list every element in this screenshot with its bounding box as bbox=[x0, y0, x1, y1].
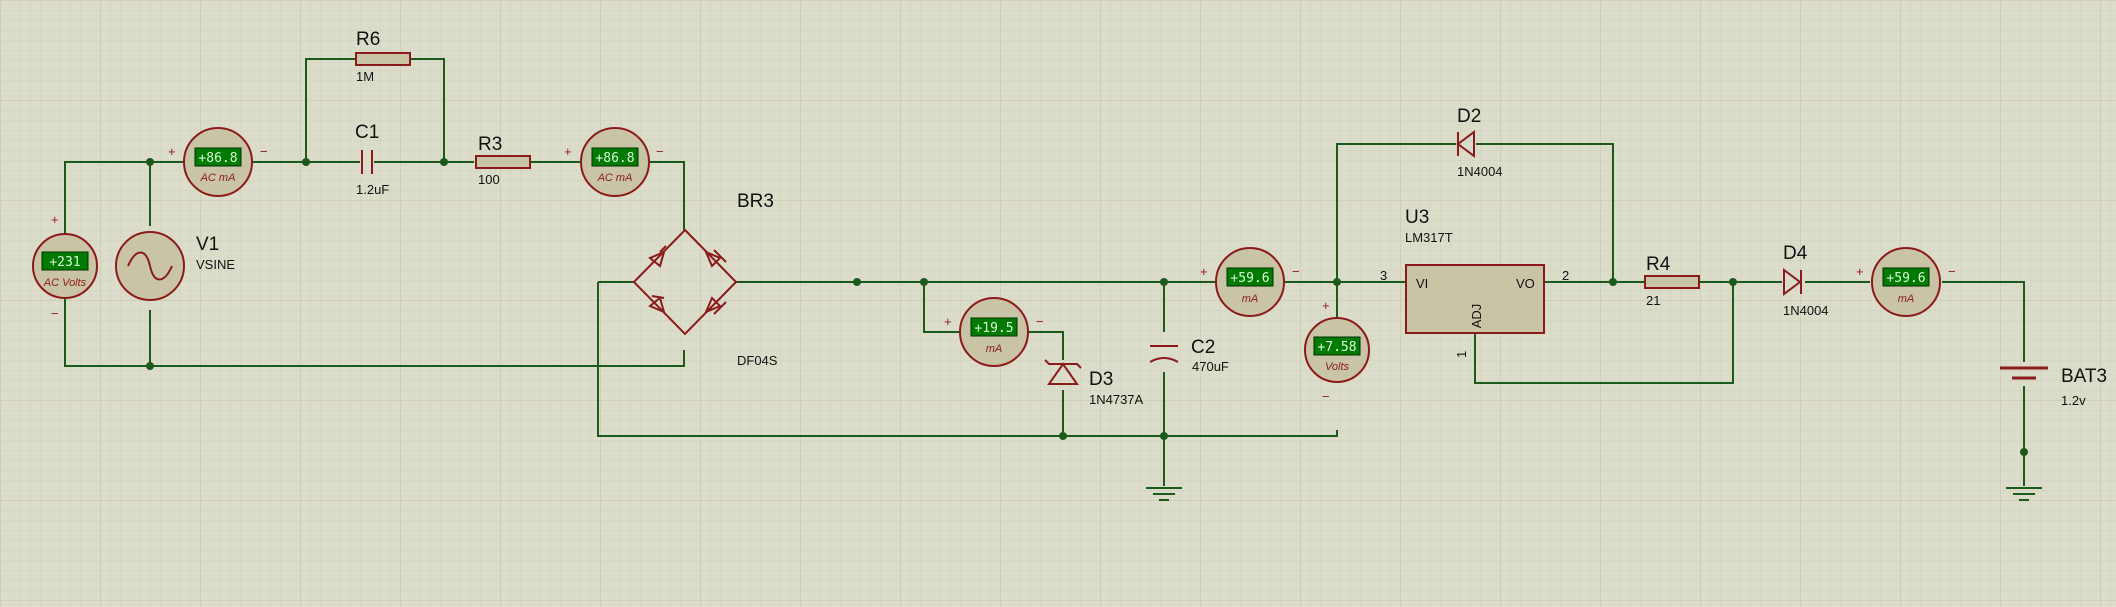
dc-voltmeter-unit: Volts bbox=[1325, 361, 1350, 373]
plus-sign: + bbox=[564, 144, 572, 159]
ac-ammeter-2-unit: AC mA bbox=[597, 172, 633, 184]
br3-value: DF04S bbox=[737, 353, 778, 368]
v1-value: VSINE bbox=[196, 257, 235, 272]
minus-sign: − bbox=[1322, 389, 1330, 404]
r6-value: 1M bbox=[356, 69, 374, 84]
plus-sign: + bbox=[944, 314, 952, 329]
br3-ref: BR3 bbox=[737, 191, 774, 212]
c2-value: 470uF bbox=[1192, 359, 1229, 374]
minus-sign: − bbox=[1948, 264, 1956, 279]
minus-sign: − bbox=[260, 144, 268, 159]
ammeter-3-unit: mA bbox=[986, 343, 1003, 355]
ammeter-3-reading: +19.5 bbox=[974, 321, 1013, 336]
ac-voltmeter-reading: +231 bbox=[49, 255, 80, 270]
d4-ref: D4 bbox=[1783, 243, 1808, 264]
u3-ref: U3 bbox=[1405, 207, 1429, 228]
ammeter-4-unit: mA bbox=[1242, 293, 1259, 305]
ac-ammeter-1-unit: AC mA bbox=[200, 172, 236, 184]
c1-value: 1.2uF bbox=[356, 182, 389, 197]
minus-sign: − bbox=[51, 306, 59, 321]
ac-ammeter-2-reading: +86.8 bbox=[595, 151, 634, 166]
ammeter-5-reading: +59.6 bbox=[1886, 271, 1925, 286]
dc-voltmeter-reading: +7.58 bbox=[1317, 340, 1356, 355]
minus-sign: − bbox=[656, 144, 664, 159]
v1-ref: V1 bbox=[196, 234, 219, 255]
bat3-value: 1.2v bbox=[2061, 393, 2086, 408]
u3-pin-adj: ADJ bbox=[1469, 304, 1484, 329]
u3-pin-1: 1 bbox=[1454, 351, 1469, 358]
bat3-ref: BAT3 bbox=[2061, 366, 2107, 387]
d2-value: 1N4004 bbox=[1457, 164, 1503, 179]
r4-value: 21 bbox=[1646, 293, 1660, 308]
d4-value: 1N4004 bbox=[1783, 303, 1829, 318]
ammeter-5-unit: mA bbox=[1898, 293, 1915, 305]
minus-sign: − bbox=[1292, 264, 1300, 279]
r3-value: 100 bbox=[478, 172, 500, 187]
minus-sign: − bbox=[1036, 314, 1044, 329]
d2-ref: D2 bbox=[1457, 106, 1481, 127]
u3-pin-vo: VO bbox=[1516, 276, 1535, 291]
ammeter-4-reading: +59.6 bbox=[1230, 271, 1269, 286]
ac-voltmeter-unit: AC Volts bbox=[43, 277, 87, 289]
plus-sign: + bbox=[51, 212, 59, 227]
plus-sign: + bbox=[1856, 264, 1864, 279]
plus-sign: + bbox=[168, 144, 176, 159]
plus-sign: + bbox=[1200, 264, 1208, 279]
plus-sign: + bbox=[1322, 298, 1330, 313]
c1-ref: C1 bbox=[355, 122, 379, 143]
r6-ref: R6 bbox=[356, 29, 380, 50]
u3-pin-vi: VI bbox=[1416, 276, 1428, 291]
u3-pin-2: 2 bbox=[1562, 268, 1569, 283]
d3-ref: D3 bbox=[1089, 369, 1113, 390]
u3-value: LM317T bbox=[1405, 230, 1453, 245]
r4-ref: R4 bbox=[1646, 254, 1671, 275]
c2-ref: C2 bbox=[1191, 337, 1215, 358]
u3-pin-3: 3 bbox=[1380, 268, 1387, 283]
r3-ref: R3 bbox=[478, 134, 502, 155]
d3-value: 1N4737A bbox=[1089, 392, 1144, 407]
schematic-canvas[interactable]: +231 AC Volts + − V1 VSINE +86.8 AC mA +… bbox=[0, 0, 2116, 607]
ac-ammeter-1-reading: +86.8 bbox=[198, 151, 237, 166]
